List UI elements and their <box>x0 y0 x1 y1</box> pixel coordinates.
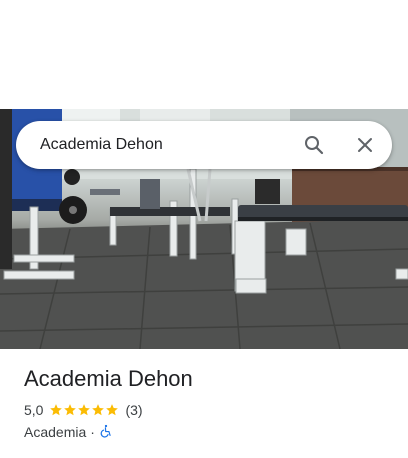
close-button[interactable] <box>349 129 381 161</box>
star-icon <box>92 404 105 416</box>
category-row: Academia · <box>24 423 113 441</box>
rating-value: 5,0 <box>24 402 44 418</box>
wheelchair-icon <box>99 424 113 441</box>
close-icon <box>358 138 372 152</box>
search-bar[interactable]: Academia Dehon <box>16 121 392 169</box>
star-icon <box>50 404 63 416</box>
star-icon <box>64 404 77 416</box>
place-category: Academia <box>24 424 87 440</box>
star-icon <box>106 404 119 416</box>
separator-dot: · <box>90 424 95 440</box>
search-input[interactable]: Academia Dehon <box>40 121 163 169</box>
review-count[interactable]: (3) <box>125 402 142 418</box>
place-title[interactable]: Academia Dehon <box>24 366 193 392</box>
star-rating <box>49 403 119 417</box>
rating-row[interactable]: 5,0 (3) <box>24 401 143 419</box>
search-button[interactable] <box>298 129 330 161</box>
search-icon <box>305 136 324 155</box>
star-icon <box>78 404 91 416</box>
